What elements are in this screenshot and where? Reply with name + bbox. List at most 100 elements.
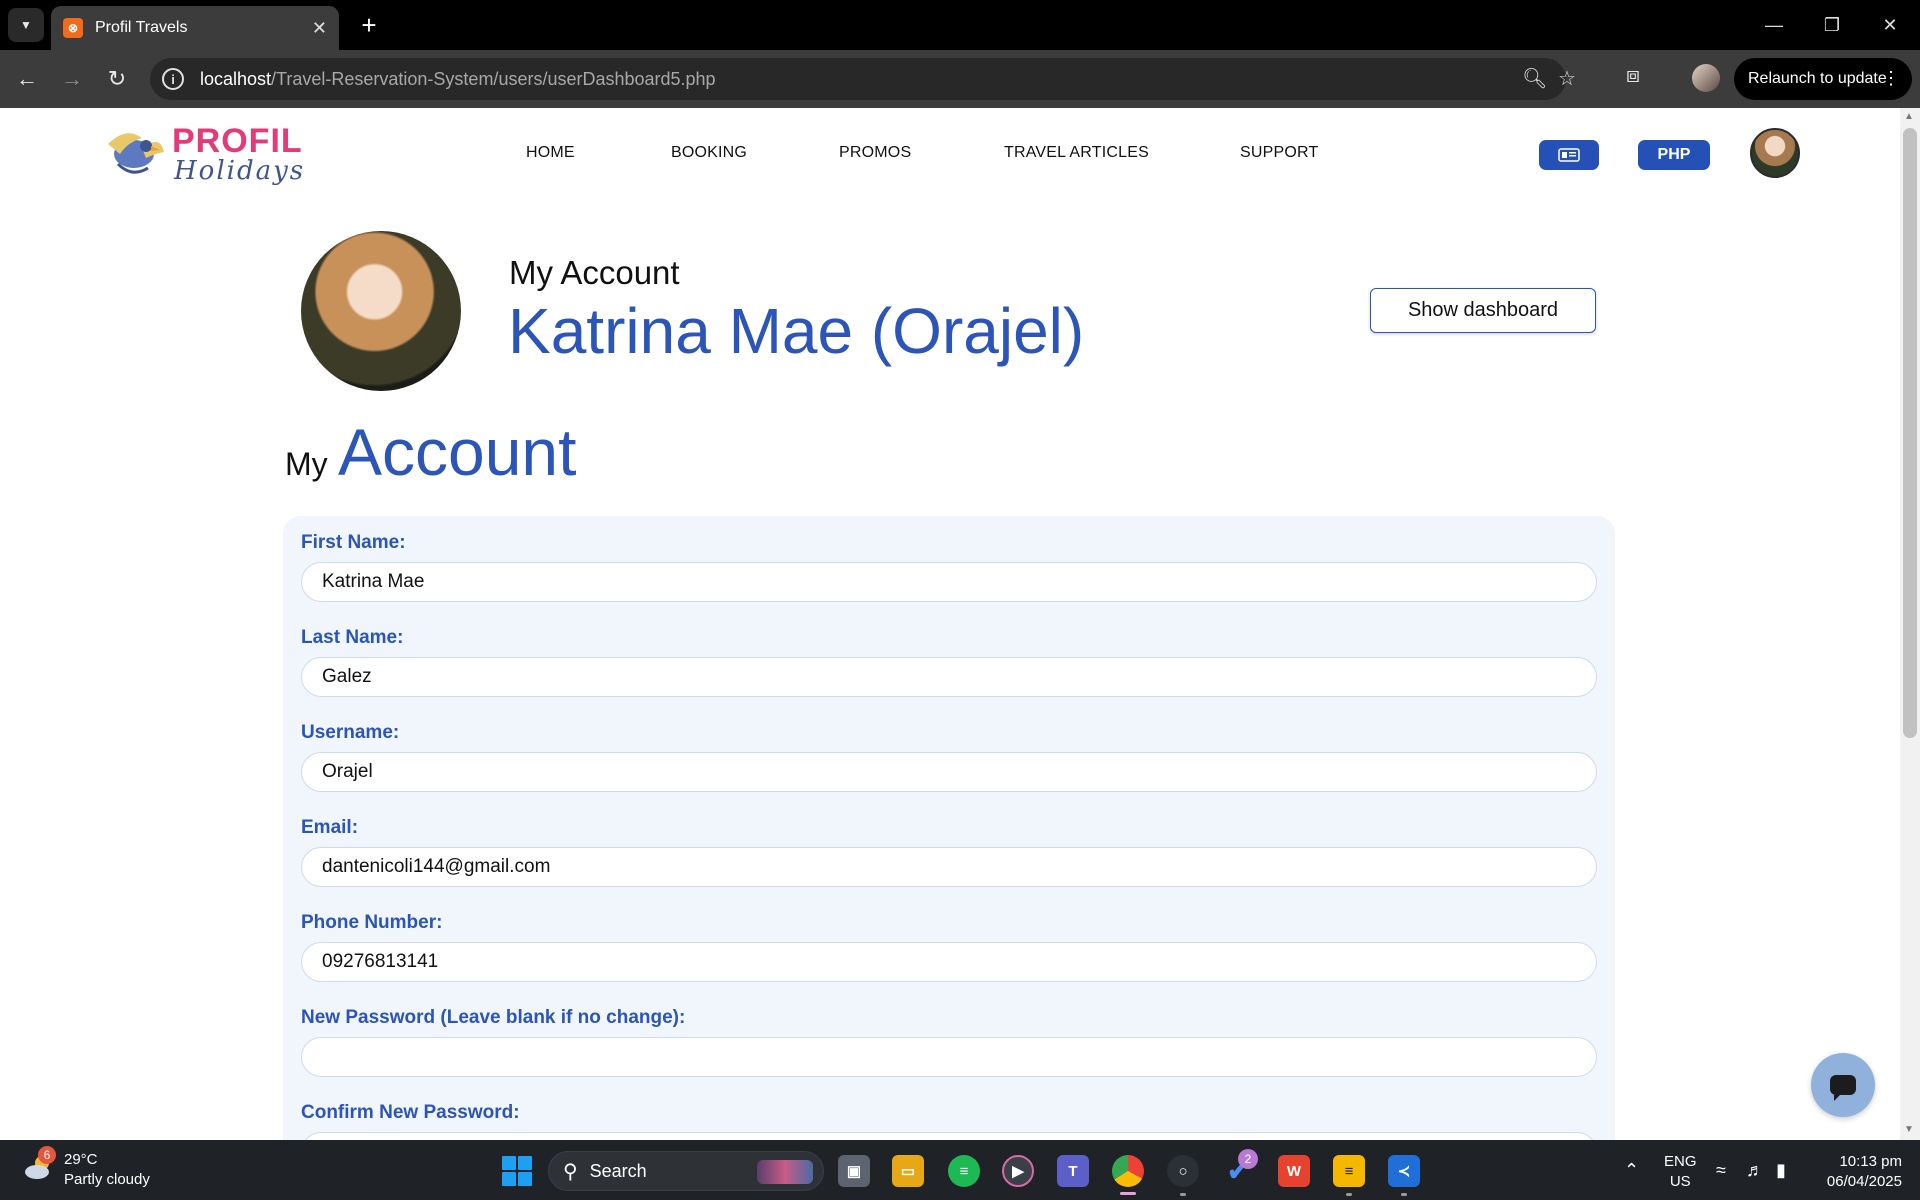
- account-label: My Account: [509, 254, 680, 291]
- nav-travel-articles[interactable]: TRAVEL ARTICLES: [1004, 144, 1149, 162]
- vscode-running-indicator: [1401, 1193, 1407, 1196]
- start-tile: [502, 1156, 516, 1170]
- file-explorer-icon[interactable]: ▭: [892, 1155, 924, 1187]
- username-input[interactable]: Orajel: [301, 752, 1597, 792]
- page-scrollbar[interactable]: ▲ ▼: [1900, 108, 1920, 1140]
- search-icon: ⚲: [563, 1160, 578, 1183]
- url-host: localhost: [200, 68, 272, 89]
- notepad-icon[interactable]: ≡: [1333, 1155, 1365, 1187]
- clock-time: 10:13 pm: [1839, 1153, 1902, 1170]
- nav-support[interactable]: SUPPORT: [1240, 144, 1318, 162]
- more-menu-icon[interactable]: ⋮: [1882, 68, 1900, 89]
- search-highlight-image: [757, 1160, 813, 1184]
- reload-icon[interactable]: ↻: [100, 62, 134, 96]
- search-label: Search: [589, 1160, 647, 1181]
- system-clock[interactable]: 10:13 pm 06/04/2025: [1812, 1152, 1902, 1192]
- address-bar[interactable]: i localhost/Travel-Reservation-System/us…: [150, 58, 1576, 100]
- email-label: Email:: [301, 817, 359, 838]
- language-indicator[interactable]: ENG US: [1664, 1152, 1697, 1192]
- teams-icon[interactable]: T: [1057, 1155, 1089, 1187]
- tab-close-icon[interactable]: ✕: [312, 18, 327, 39]
- section-title-account: Account: [338, 415, 577, 489]
- tab-search-menu-button[interactable]: ▼: [8, 8, 44, 42]
- scroll-down-icon[interactable]: ▼: [1904, 1124, 1914, 1135]
- todo-badge: 2: [1238, 1149, 1258, 1169]
- task-view-icon[interactable]: ▣: [838, 1155, 870, 1187]
- phone-label: Phone Number:: [301, 912, 443, 933]
- browser-tab[interactable]: ⊗ Profil Travels ✕: [51, 6, 339, 50]
- username-label: Username:: [301, 722, 400, 743]
- windows-taskbar: 6 29°C Partly cloudy ⚲ Search ▣ ▭ ≡ ▶ T …: [0, 1140, 1920, 1200]
- lang-line1: ENG: [1664, 1153, 1697, 1170]
- xampp-favicon-icon: ⊗: [63, 18, 83, 38]
- new-password-input[interactable]: [301, 1037, 1597, 1077]
- browser-tabbar: ▼ ⊗ Profil Travels ✕ + — ❐ ✕: [0, 0, 1920, 50]
- show-hidden-icons-chevron[interactable]: ⌃: [1624, 1160, 1639, 1181]
- wps-office-icon[interactable]: W: [1278, 1155, 1310, 1187]
- temperature-text: 29°C: [64, 1151, 98, 1168]
- id-card-icon: [1558, 148, 1580, 162]
- relaunch-label: Relaunch to update: [1748, 70, 1887, 87]
- chat-button[interactable]: [1811, 1053, 1875, 1117]
- weather-condition-text: Partly cloudy: [64, 1171, 150, 1188]
- url-path: /Travel-Reservation-System/users/userDas…: [271, 68, 716, 89]
- battery-icon[interactable]: ▮: [1776, 1160, 1786, 1181]
- weather-alert-badge: 6: [38, 1146, 56, 1164]
- chrome-active-indicator: [1120, 1192, 1136, 1195]
- extensions-puzzle-icon[interactable]: ⧈: [1626, 62, 1640, 88]
- wifi-icon[interactable]: ≈: [1716, 1160, 1726, 1181]
- new-password-label: New Password (Leave blank if no change):: [301, 1007, 686, 1028]
- user-display-name: Katrina Mae (Orajel): [508, 295, 1085, 367]
- scroll-up-icon[interactable]: ▲: [1904, 111, 1914, 122]
- user-avatar[interactable]: [1750, 128, 1800, 178]
- scroll-thumb[interactable]: [1903, 128, 1917, 738]
- lang-line2: US: [1669, 1173, 1691, 1190]
- relaunch-to-update-button[interactable]: Relaunch to update ⋮: [1734, 58, 1912, 100]
- confirm-password-label: Confirm New Password:: [301, 1102, 520, 1123]
- tab-title: Profil Travels: [95, 19, 188, 36]
- vscode-icon[interactable]: ≺: [1388, 1155, 1420, 1187]
- obs-running-indicator: [1180, 1193, 1186, 1196]
- taskbar-search[interactable]: ⚲ Search: [548, 1151, 824, 1191]
- chrome-icon[interactable]: [1112, 1155, 1144, 1187]
- email-input[interactable]: dantenicoli144@gmail.com: [301, 847, 1597, 887]
- forward-arrow-icon[interactable]: →: [55, 62, 89, 96]
- windows-start-icon[interactable]: [502, 1156, 532, 1186]
- profile-avatar[interactable]: [1692, 64, 1720, 92]
- obs-icon[interactable]: ○: [1167, 1155, 1199, 1187]
- url-text: localhost/Travel-Reservation-System/user…: [200, 69, 716, 90]
- currency-button[interactable]: PHP: [1638, 140, 1710, 170]
- site-info-icon[interactable]: i: [162, 68, 184, 90]
- show-dashboard-button[interactable]: Show dashboard: [1370, 288, 1596, 333]
- back-arrow-icon[interactable]: ←: [10, 62, 44, 96]
- last-name-input[interactable]: Galez: [301, 657, 1597, 697]
- profile-photo: [301, 231, 461, 391]
- zoom-icon[interactable]: 🔍︎: [1522, 66, 1547, 91]
- profil-holidays-logo[interactable]: PROFIL Holidays: [98, 118, 303, 192]
- restore-icon[interactable]: ❐: [1810, 8, 1854, 42]
- notepad-running-indicator: [1346, 1193, 1352, 1196]
- media-player-icon[interactable]: ▶: [1002, 1155, 1034, 1187]
- clock-date: 06/04/2025: [1826, 1173, 1902, 1190]
- id-card-button[interactable]: [1539, 140, 1599, 170]
- first-name-input[interactable]: Katrina Mae: [301, 562, 1597, 602]
- page-viewport: PROFIL Holidays HOME BOOKING PROMOS TRAV…: [0, 108, 1900, 1140]
- first-name-label: First Name:: [301, 532, 406, 553]
- chat-bubble-icon: [1830, 1075, 1856, 1101]
- nav-booking[interactable]: BOOKING: [671, 144, 747, 162]
- last-name-label: Last Name:: [301, 627, 404, 648]
- new-tab-button[interactable]: +: [352, 8, 386, 42]
- nav-promos[interactable]: PROMOS: [839, 144, 911, 162]
- logo-sub-text: Holidays: [174, 156, 306, 186]
- spotify-icon[interactable]: ≡: [948, 1155, 980, 1187]
- confirm-password-input[interactable]: [301, 1132, 1597, 1140]
- start-tile: [502, 1172, 516, 1186]
- window-close-icon[interactable]: ✕: [1868, 8, 1912, 42]
- volume-icon[interactable]: ♬: [1746, 1160, 1764, 1181]
- minimize-icon[interactable]: —: [1752, 8, 1796, 42]
- bookmark-star-icon[interactable]: ☆: [1558, 66, 1576, 91]
- section-title-my: My: [285, 446, 328, 482]
- bird-logo-icon: [108, 133, 164, 174]
- nav-home[interactable]: HOME: [526, 144, 575, 162]
- phone-input[interactable]: 09276813141: [301, 942, 1597, 982]
